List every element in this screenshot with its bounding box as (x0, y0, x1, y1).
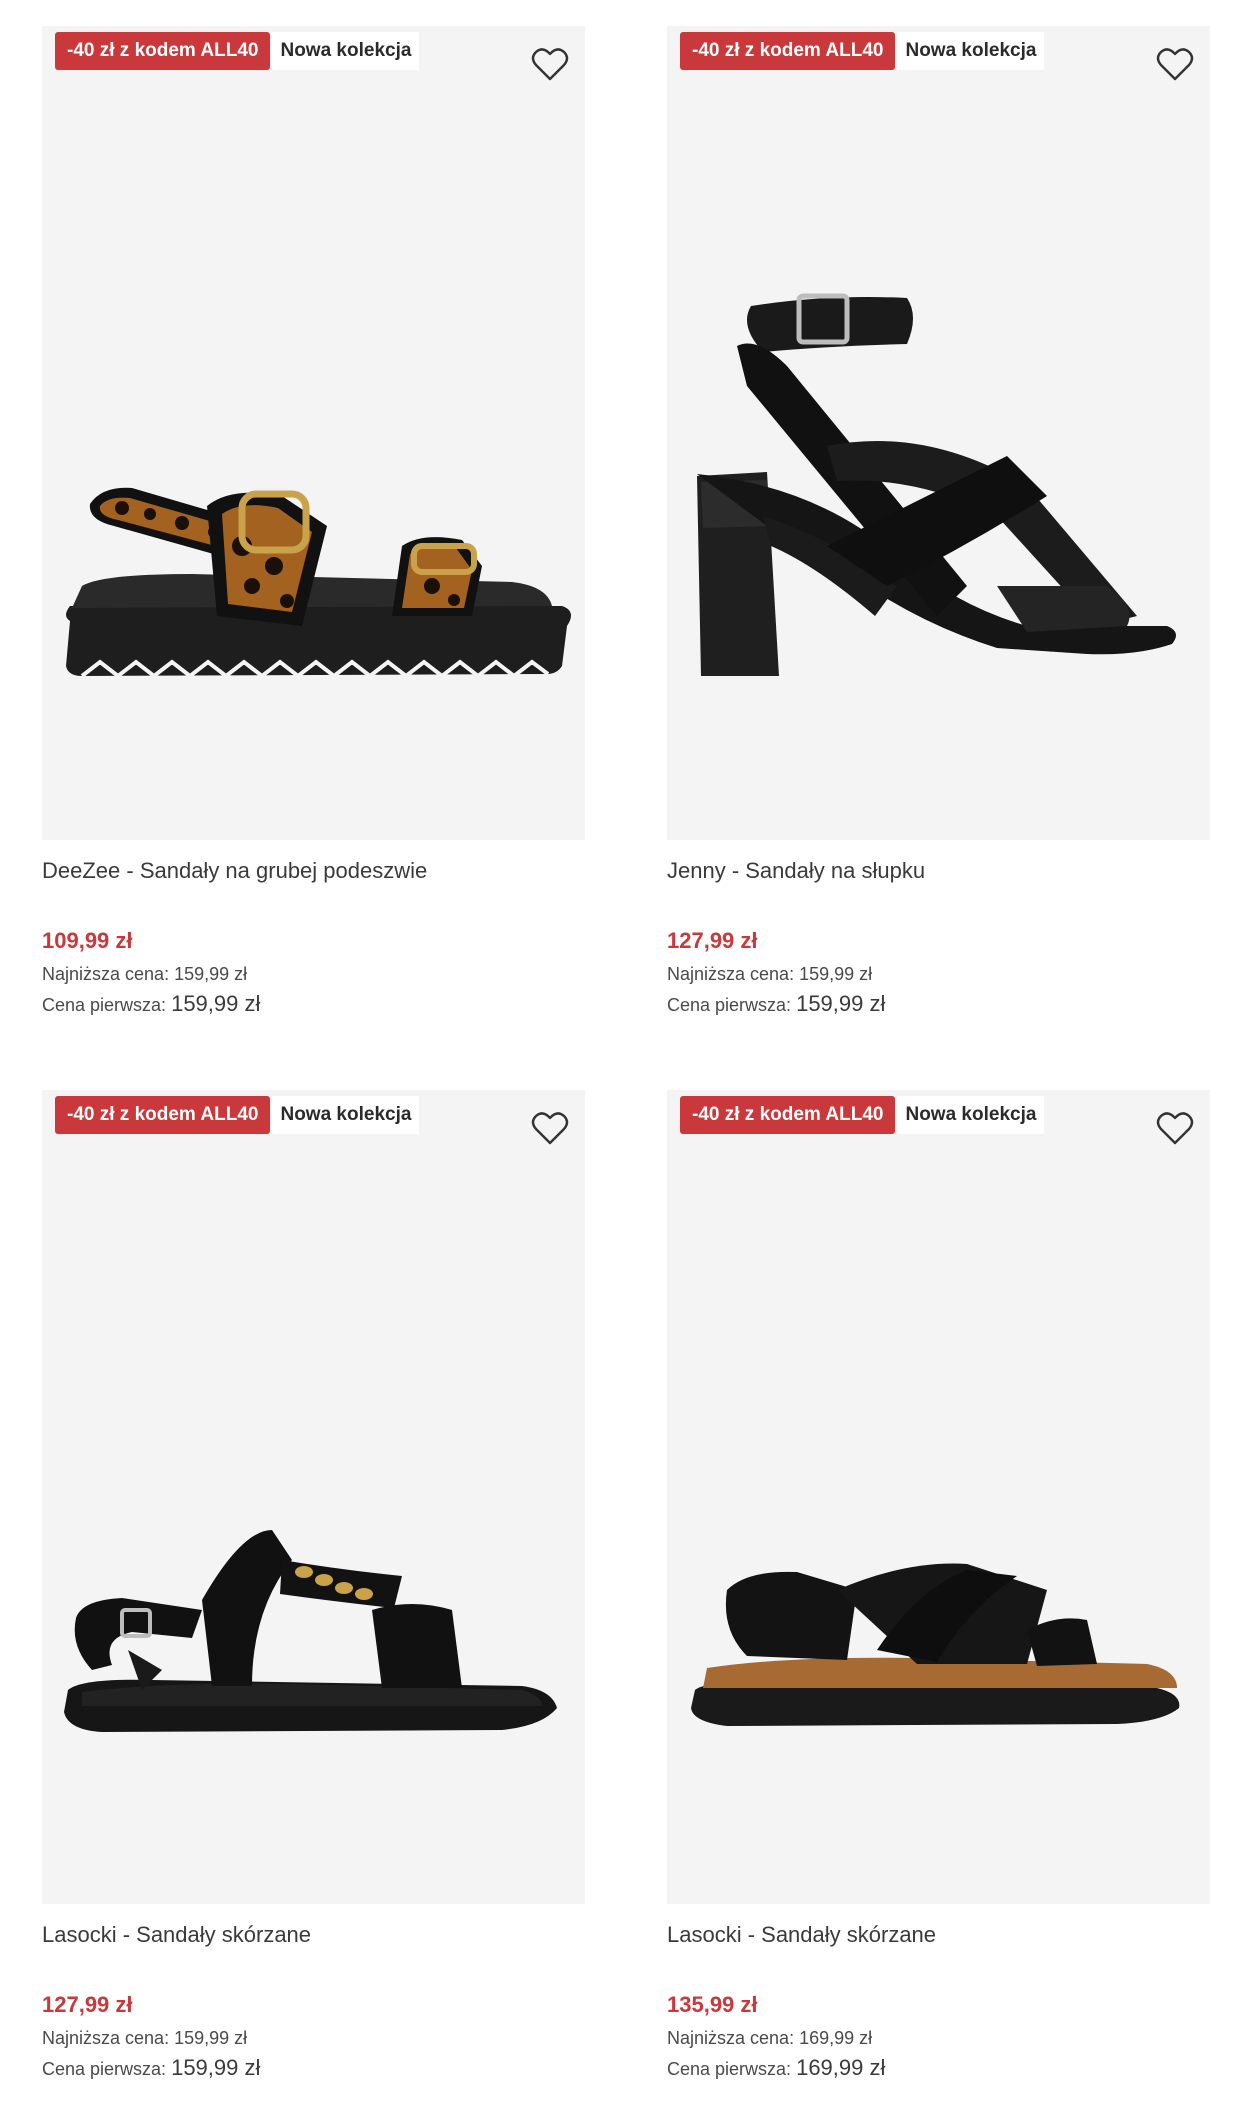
wishlist-heart-icon[interactable] (531, 1110, 569, 1146)
lowest-price-value: 169,99 zł (799, 2028, 873, 2048)
product-card[interactable]: -40 zł z kodem ALL40 Nowa kolekcja Lasoc… (667, 1090, 1210, 2084)
wishlist-heart-icon[interactable] (531, 46, 569, 82)
lowest-price-value: 159,99 zł (174, 2028, 248, 2048)
product-price: 127,99 zł (42, 1992, 133, 2017)
first-price-value: 159,99 zł (171, 2055, 261, 2080)
product-price: 135,99 zł (667, 1992, 758, 2017)
badge-group: -40 zł z kodem ALL40 Nowa kolekcja (680, 32, 1045, 70)
product-image-sandal-leather-flat (64, 1530, 557, 1732)
promo-badge: -40 zł z kodem ALL40 (680, 1096, 896, 1134)
product-price: 109,99 zł (42, 928, 133, 953)
first-price-value: 169,99 zł (796, 2055, 886, 2080)
lowest-price: Najniższa cena: 159,99 zł (667, 959, 1210, 989)
wishlist-heart-icon[interactable] (1156, 1110, 1194, 1146)
product-title[interactable]: DeeZee - Sandały na grubej podeszwie (42, 857, 585, 885)
lowest-price: Najniższa cena: 169,99 zł (667, 2023, 1210, 2053)
lowest-price-label: Najniższa cena: (42, 2028, 170, 2048)
new-collection-badge: Nowa kolekcja (897, 1096, 1045, 1134)
lowest-price-label: Najniższa cena: (42, 964, 170, 984)
new-collection-badge: Nowa kolekcja (897, 32, 1045, 70)
new-collection-badge: Nowa kolekcja (272, 32, 420, 70)
product-image-sandal-block-heel (697, 293, 1176, 676)
lowest-price-label: Najniższa cena: (667, 964, 795, 984)
product-image-sandal-leopard (66, 487, 571, 679)
first-price: Cena pierwsza: 159,99 zł (42, 2053, 585, 2084)
product-image-sandal-cross-strap (691, 1563, 1180, 1726)
product-photo[interactable]: -40 zł z kodem ALL40 Nowa kolekcja (42, 1090, 585, 1904)
lowest-price: Najniższa cena: 159,99 zł (42, 959, 585, 989)
lowest-price: Najniższa cena: 159,99 zł (42, 2023, 585, 2053)
new-collection-badge: Nowa kolekcja (272, 1096, 420, 1134)
product-photo[interactable]: -40 zł z kodem ALL40 Nowa kolekcja (667, 1090, 1210, 1904)
product-photo[interactable]: -40 zł z kodem ALL40 Nowa kolekcja (42, 26, 585, 840)
badge-group: -40 zł z kodem ALL40 Nowa kolekcja (55, 32, 420, 70)
product-card[interactable]: -40 zł z kodem ALL40 Nowa kolekcja Jenny… (667, 26, 1210, 1020)
lowest-price-value: 159,99 zł (799, 964, 873, 984)
first-price-label: Cena pierwsza: (42, 2059, 167, 2079)
product-title[interactable]: Lasocki - Sandały skórzane (667, 1921, 1210, 1949)
first-price-label: Cena pierwsza: (42, 995, 167, 1015)
promo-badge: -40 zł z kodem ALL40 (55, 32, 271, 70)
product-title[interactable]: Jenny - Sandały na słupku (667, 857, 1210, 885)
first-price: Cena pierwsza: 159,99 zł (667, 989, 1210, 1020)
product-title[interactable]: Lasocki - Sandały skórzane (42, 1921, 585, 1949)
promo-badge: -40 zł z kodem ALL40 (55, 1096, 271, 1134)
first-price-value: 159,99 zł (171, 991, 261, 1016)
lowest-price-label: Najniższa cena: (667, 2028, 795, 2048)
first-price: Cena pierwsza: 159,99 zł (42, 989, 585, 1020)
first-price-label: Cena pierwsza: (667, 995, 792, 1015)
promo-badge: -40 zł z kodem ALL40 (680, 32, 896, 70)
product-card[interactable]: -40 zł z kodem ALL40 Nowa kolekcja Lasoc… (42, 1090, 585, 2084)
wishlist-heart-icon[interactable] (1156, 46, 1194, 82)
product-card[interactable]: -40 zł z kodem ALL40 Nowa kolekcja DeeZe… (42, 26, 585, 1020)
first-price: Cena pierwsza: 169,99 zł (667, 2053, 1210, 2084)
product-photo[interactable]: -40 zł z kodem ALL40 Nowa kolekcja (667, 26, 1210, 840)
badge-group: -40 zł z kodem ALL40 Nowa kolekcja (55, 1096, 420, 1134)
badge-group: -40 zł z kodem ALL40 Nowa kolekcja (680, 1096, 1045, 1134)
first-price-value: 159,99 zł (796, 991, 886, 1016)
first-price-label: Cena pierwsza: (667, 2059, 792, 2079)
lowest-price-value: 159,99 zł (174, 964, 248, 984)
product-price: 127,99 zł (667, 928, 758, 953)
